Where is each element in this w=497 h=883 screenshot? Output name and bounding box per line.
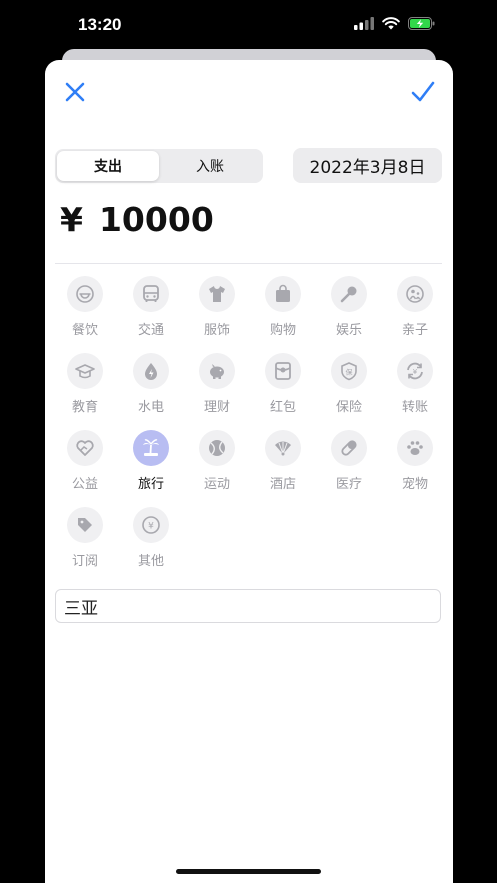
close-button[interactable] [60, 77, 90, 107]
divider [55, 263, 442, 264]
status-bar: 13:20 [0, 0, 497, 50]
date-picker-button[interactable]: 2022年3月8日 [293, 148, 442, 183]
category-item[interactable]: 公益 [55, 430, 115, 500]
category-label: 服饰 [203, 323, 230, 338]
category-label: 红包 [269, 400, 296, 415]
category-label: 转账 [401, 400, 428, 415]
checkmark-icon [411, 81, 435, 102]
category-label: 餐饮 [71, 323, 98, 338]
category-item[interactable]: 旅行 [121, 430, 181, 500]
bowl-icon [67, 276, 103, 312]
cellular-signal-icon [354, 17, 374, 30]
tag-icon [67, 507, 103, 543]
yen-coin-icon: ¥ [133, 507, 169, 543]
battery-charging-icon [408, 17, 435, 30]
category-item[interactable]: 水电 [121, 353, 181, 423]
graduation-cap-icon [67, 353, 103, 389]
category-label: 其他 [137, 554, 164, 569]
category-label: 酒店 [269, 477, 296, 492]
category-label: 亲子 [401, 323, 428, 338]
category-item[interactable]: ¥ 转账 [385, 353, 445, 423]
category-item[interactable]: 酒店 [253, 430, 313, 500]
category-label: 医疗 [335, 477, 362, 492]
bus-icon [133, 276, 169, 312]
category-item[interactable]: 交通 [121, 276, 181, 346]
currency-symbol: ¥ [60, 200, 83, 239]
category-item[interactable]: 运动 [187, 430, 247, 500]
category-item[interactable]: 医疗 [319, 430, 379, 500]
close-icon [65, 82, 85, 102]
amount-display[interactable]: ¥ 10000 [60, 200, 214, 239]
ball-icon [199, 430, 235, 466]
shield-icon: 保 [331, 353, 367, 389]
category-label: 公益 [71, 477, 98, 492]
paw-icon [397, 430, 433, 466]
svg-text:保: 保 [346, 368, 353, 377]
category-item[interactable]: ¥ 其他 [121, 507, 181, 577]
shopping-bag-icon [265, 276, 301, 312]
wifi-icon [382, 17, 400, 30]
svg-text:¥: ¥ [148, 522, 154, 532]
category-label: 运动 [203, 477, 230, 492]
tab-income[interactable]: 入账 [159, 151, 261, 181]
fan-icon [265, 430, 301, 466]
category-item[interactable]: 服饰 [187, 276, 247, 346]
water-drop-icon [133, 353, 169, 389]
note-input[interactable]: 三亚 [55, 589, 441, 623]
category-label: 理财 [203, 400, 230, 415]
category-label: 娱乐 [335, 323, 362, 338]
category-item[interactable]: 购物 [253, 276, 313, 346]
status-icons [354, 17, 435, 30]
category-label: 教育 [71, 400, 98, 415]
category-item[interactable]: 亲子 [385, 276, 445, 346]
home-indicator [176, 869, 321, 874]
category-item[interactable]: 红包 [253, 353, 313, 423]
category-label: 购物 [269, 323, 296, 338]
category-item[interactable]: 订阅 [55, 507, 115, 577]
category-label: 交通 [137, 323, 164, 338]
amount-value: 10000 [98, 200, 214, 239]
piggy-bank-icon [199, 353, 235, 389]
pill-icon [331, 430, 367, 466]
tab-expense[interactable]: 支出 [57, 151, 159, 181]
shirt-icon [199, 276, 235, 312]
microphone-icon [331, 276, 367, 312]
type-segmented-control: 支出 入账 [55, 149, 263, 183]
heart-hand-icon [67, 430, 103, 466]
red-envelope-icon [265, 353, 301, 389]
category-label: 订阅 [71, 554, 98, 569]
confirm-button[interactable] [408, 77, 438, 107]
status-time: 13:20 [78, 15, 122, 34]
category-item[interactable]: 宠物 [385, 430, 445, 500]
category-item[interactable]: 餐饮 [55, 276, 115, 346]
category-item[interactable]: 理财 [187, 353, 247, 423]
svg-text:¥: ¥ [413, 368, 418, 376]
category-label: 保险 [335, 400, 362, 415]
add-record-sheet: 支出 入账 2022年3月8日 ¥ 10000 餐饮 交通 服饰 购物 娱乐 亲… [45, 60, 453, 883]
category-item[interactable]: 保 保险 [319, 353, 379, 423]
category-label: 宠物 [401, 477, 428, 492]
category-item[interactable]: 教育 [55, 353, 115, 423]
category-label: 旅行 [137, 477, 164, 492]
category-item[interactable]: 娱乐 [319, 276, 379, 346]
family-icon [397, 276, 433, 312]
palm-tree-icon [133, 430, 169, 466]
category-label: 水电 [137, 400, 164, 415]
transfer-icon: ¥ [397, 353, 433, 389]
